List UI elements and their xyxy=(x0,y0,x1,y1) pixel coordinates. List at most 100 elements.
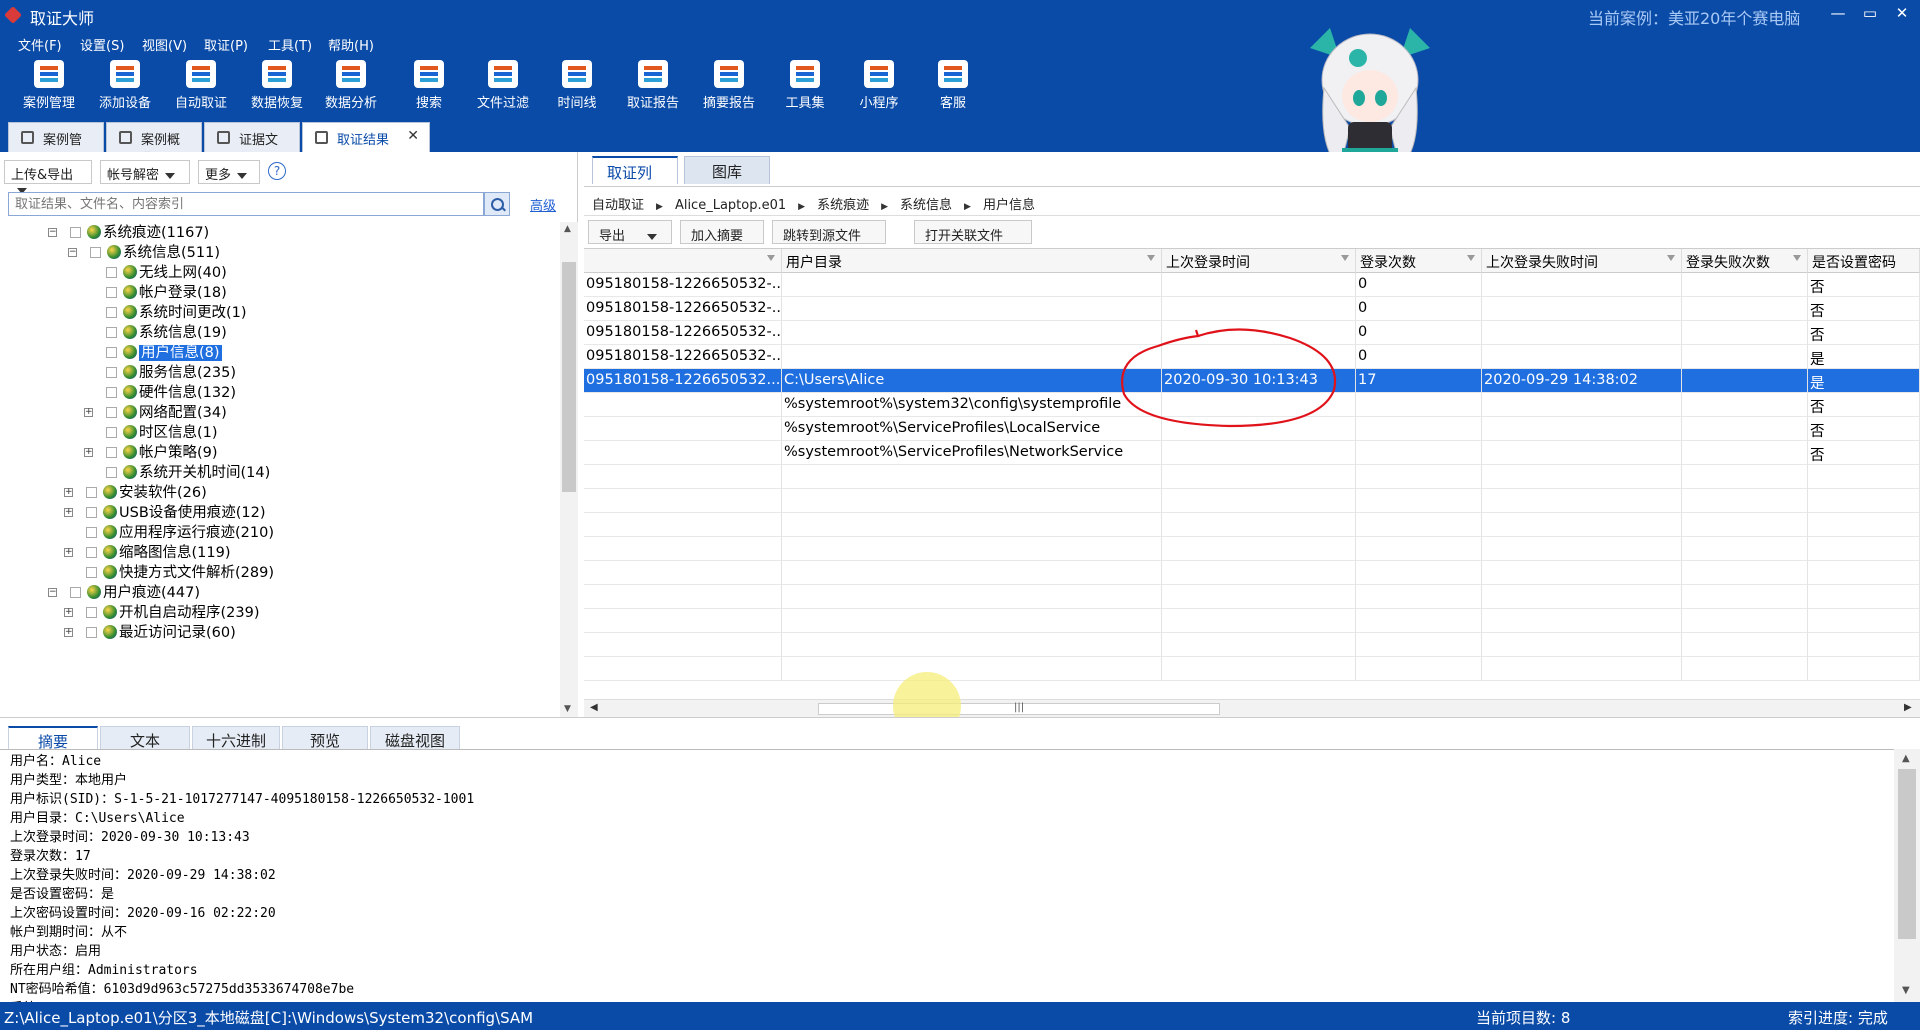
table-row[interactable]: 095180158-1226650532-... 0 否 xyxy=(584,297,1920,321)
minimize-button[interactable]: — xyxy=(1826,4,1850,22)
column-header-fail-count[interactable]: 登录失败次数 xyxy=(1682,249,1808,273)
data-recovery-button[interactable]: 数据恢复 xyxy=(244,60,310,111)
breadcrumb-item[interactable]: 自动取证 xyxy=(592,198,644,213)
tab-forensic-list[interactable]: 取证列表 xyxy=(592,156,678,203)
breadcrumb-item[interactable]: 系统信息 xyxy=(900,198,952,213)
column-header-login-count[interactable]: 登录次数 xyxy=(1356,249,1482,273)
tree-checkbox[interactable] xyxy=(70,587,81,598)
file-filter-button[interactable]: 文件过滤 xyxy=(470,60,536,111)
menu-file[interactable]: 文件(F) xyxy=(18,35,62,54)
tree-checkbox[interactable] xyxy=(90,247,101,258)
tree-node-system-traces[interactable]: − 系统痕迹(1167) xyxy=(48,222,209,244)
tree-checkbox[interactable] xyxy=(106,407,117,418)
expand-icon[interactable]: + xyxy=(64,608,73,617)
filter-icon[interactable] xyxy=(767,255,775,261)
advanced-search-link[interactable]: 高级 xyxy=(530,195,556,214)
tree-checkbox[interactable] xyxy=(86,507,97,518)
tab-forensic-results[interactable]: 取证结果 ✕ xyxy=(302,122,430,152)
toolset-button[interactable]: 工具集 xyxy=(772,60,838,111)
tree-checkbox[interactable] xyxy=(86,567,97,578)
tree-checkbox[interactable] xyxy=(106,287,117,298)
tree-checkbox[interactable] xyxy=(106,307,117,318)
tree-node-network-config[interactable]: + 网络配置(34) xyxy=(84,402,227,424)
search-button[interactable]: 搜索 xyxy=(396,60,462,111)
detail-vertical-scrollbar[interactable]: ▲ ▼ xyxy=(1894,749,1920,1002)
tree-checkbox[interactable] xyxy=(86,487,97,498)
open-related-file-button[interactable]: 打开关联文件 xyxy=(914,220,1032,244)
tab-disk-view[interactable]: 磁盘视图 xyxy=(370,726,460,750)
breadcrumb-item[interactable]: 用户信息 xyxy=(983,198,1035,213)
maximize-button[interactable]: ▭ xyxy=(1858,4,1882,22)
scroll-up-icon[interactable]: ▲ xyxy=(1902,753,1910,764)
tab-gallery[interactable]: 图库 xyxy=(684,156,770,184)
tree-node-wireless[interactable]: 无线上网(40) xyxy=(106,262,227,284)
table-row[interactable]: 095180158-1226650532... C:\Users\Alice 202… xyxy=(584,369,1920,393)
table-row[interactable]: %systemroot%\ServiceProfiles\NetworkServ… xyxy=(584,441,1920,465)
help-icon[interactable]: ? xyxy=(268,162,286,180)
tree-node-shortcut-parse[interactable]: 快捷方式文件解析(289) xyxy=(86,562,274,584)
tab-hex[interactable]: 十六进制 xyxy=(192,726,280,750)
tree-node-thumbnails[interactable]: + 缩略图信息(119) xyxy=(64,542,231,564)
collapse-icon[interactable]: − xyxy=(48,588,57,597)
mini-program-button[interactable]: 小程序 xyxy=(846,60,912,111)
tree-checkbox[interactable] xyxy=(106,367,117,378)
filter-icon[interactable] xyxy=(1793,255,1801,261)
table-row[interactable]: %systemroot%\ServiceProfiles\LocalServic… xyxy=(584,417,1920,441)
tree-checkbox[interactable] xyxy=(86,527,97,538)
tree-node-startup-programs[interactable]: + 开机自启动程序(239) xyxy=(64,602,260,624)
tree-checkbox[interactable] xyxy=(106,347,117,358)
tab-evidence-files[interactable]: 证据文件 xyxy=(204,122,300,167)
forensic-report-button[interactable]: 取证报告 xyxy=(620,60,686,111)
expand-icon[interactable]: + xyxy=(64,488,73,497)
filter-icon[interactable] xyxy=(1667,255,1675,261)
table-row[interactable]: 095180158-1226650532-... 0 是 xyxy=(584,345,1920,369)
filter-icon[interactable] xyxy=(1467,255,1475,261)
tree-node-system-info-group[interactable]: − 系统信息(511) xyxy=(68,242,220,264)
tree-node-account-policy[interactable]: + 帐户策略(9) xyxy=(84,442,218,464)
column-header-password-set[interactable]: 是否设置密码 xyxy=(1808,249,1920,273)
column-header-user-dir[interactable]: 用户目录 xyxy=(782,249,1162,273)
summary-report-button[interactable]: 摘要报告 xyxy=(696,60,762,111)
table-horizontal-scrollbar[interactable]: ◀ ||| ▶ xyxy=(584,699,1920,717)
tab-text[interactable]: 文本 xyxy=(100,726,190,750)
expand-icon[interactable]: + xyxy=(84,448,93,457)
tree-checkbox[interactable] xyxy=(106,447,117,458)
scrollbar-thumb[interactable] xyxy=(1898,769,1916,939)
search-icon[interactable] xyxy=(484,192,510,216)
tree-checkbox[interactable] xyxy=(70,227,81,238)
expand-icon[interactable]: + xyxy=(64,628,73,637)
expand-icon[interactable]: + xyxy=(84,408,93,417)
table-row[interactable]: 095180158-1226650532-... 0 否 xyxy=(584,273,1920,297)
tree-node-timezone[interactable]: 时区信息(1) xyxy=(106,422,218,444)
result-search-input[interactable] xyxy=(8,192,484,216)
tree-node-app-run-traces[interactable]: 应用程序运行痕迹(210) xyxy=(86,522,274,544)
close-button[interactable]: ✕ xyxy=(1890,4,1914,22)
expand-icon[interactable]: + xyxy=(64,548,73,557)
tab-preview[interactable]: 预览 xyxy=(282,726,368,750)
tree-node-system-info[interactable]: 系统信息(19) xyxy=(106,322,227,344)
add-to-summary-button[interactable]: 加入摘要 xyxy=(680,220,764,244)
tree-node-user-traces[interactable]: − 用户痕迹(447) xyxy=(48,582,200,604)
tab-case-management[interactable]: 案例管理 xyxy=(8,122,104,167)
table-row[interactable]: %systemroot%\system32\config\systemprofi… xyxy=(584,393,1920,417)
tree-node-installed-software[interactable]: + 安装软件(26) xyxy=(64,482,207,504)
account-decrypt-dropdown[interactable]: 帐号解密 xyxy=(100,160,190,184)
customer-service-button[interactable]: 客服 xyxy=(920,60,986,111)
tree-node-hardware-info[interactable]: 硬件信息(132) xyxy=(106,382,236,404)
menu-help[interactable]: 帮助(H) xyxy=(328,35,374,54)
scroll-down-icon[interactable]: ▼ xyxy=(1902,985,1910,996)
tree-node-usb-traces[interactable]: + USB设备使用痕迹(12) xyxy=(64,502,266,524)
export-dropdown[interactable]: 导出 xyxy=(588,220,672,244)
jump-to-source-button[interactable]: 跳转到源文件 xyxy=(772,220,886,244)
tree-checkbox[interactable] xyxy=(106,387,117,398)
add-device-button[interactable]: 添加设备 xyxy=(92,60,158,111)
collapse-icon[interactable]: − xyxy=(48,228,57,237)
tab-case-overview[interactable]: 案例概览 xyxy=(106,122,202,167)
tree-checkbox[interactable] xyxy=(106,267,117,278)
column-header[interactable] xyxy=(584,249,782,273)
tree-node-power-times[interactable]: 系统开关机时间(14) xyxy=(106,462,270,484)
column-header-last-fail[interactable]: 上次登录失败时间 xyxy=(1482,249,1682,273)
filter-icon[interactable] xyxy=(1147,255,1155,261)
breadcrumb-item[interactable]: 系统痕迹 xyxy=(817,198,869,213)
filter-icon[interactable] xyxy=(1341,255,1349,261)
